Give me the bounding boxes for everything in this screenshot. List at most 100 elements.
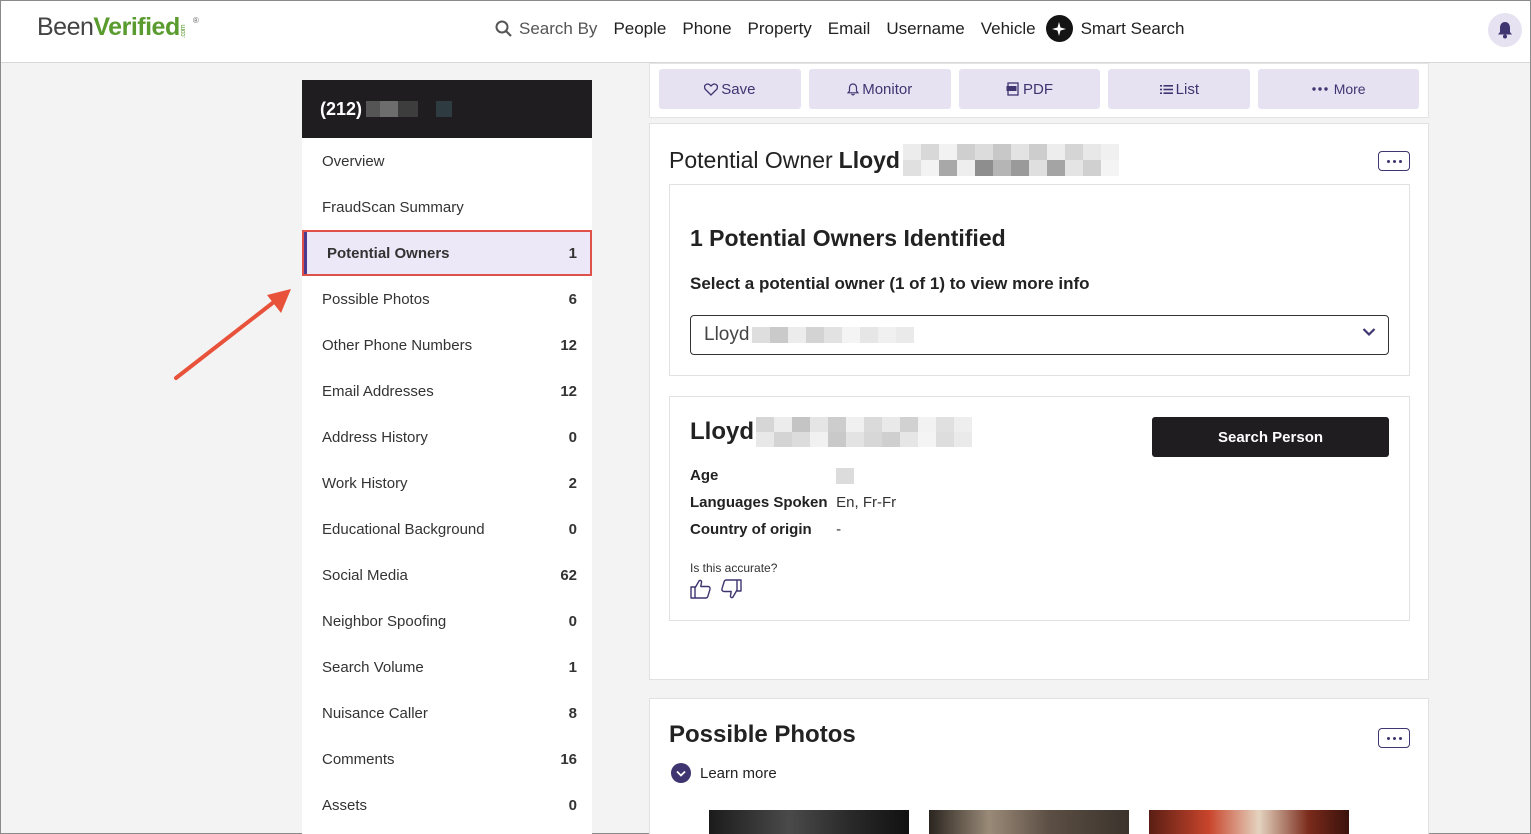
logo-text-com: .com xyxy=(179,24,187,39)
chevron-down-icon xyxy=(1362,328,1376,337)
phone-number-redacted xyxy=(366,101,453,117)
save-button[interactable]: Save xyxy=(659,69,801,109)
annotation-arrow-icon xyxy=(174,289,291,380)
age-row: Age xyxy=(690,467,855,485)
thumbs-up-icon[interactable] xyxy=(690,579,712,599)
accuracy-question: Is this accurate? xyxy=(690,561,778,575)
list-button[interactable]: List xyxy=(1108,69,1251,109)
sparkle-icon xyxy=(1045,15,1073,42)
more-button[interactable]: More xyxy=(1258,69,1420,109)
notifications-button[interactable] xyxy=(1488,13,1522,47)
beenverified-logo[interactable]: BeenVerified.com ® xyxy=(37,13,199,42)
owner-select-dropdown[interactable]: Lloyd xyxy=(690,315,1389,355)
owner-detail-redacted xyxy=(756,417,972,447)
sidebar-item-fraudscan-summary[interactable]: FraudScan Summary xyxy=(302,184,592,230)
sidebar-item-overview[interactable]: Overview xyxy=(302,138,592,184)
sidebar-item-label: Potential Owners xyxy=(327,244,450,262)
sidebar-item-comments[interactable]: Comments 16 xyxy=(302,736,592,782)
section-title: Potential Owner Lloyd xyxy=(669,144,1119,176)
sidebar-item-label: Email Addresses xyxy=(322,382,434,400)
owner-detail-name: Lloyd xyxy=(690,417,972,447)
languages-label: Languages Spoken xyxy=(690,494,828,511)
sidebar-item-social-media[interactable]: Social Media 62 xyxy=(302,552,592,598)
sidebar-item-count: 62 xyxy=(560,566,577,584)
country-value: - xyxy=(836,521,842,538)
sidebar-item-label: Comments xyxy=(322,750,395,768)
owner-selector-panel: 1 Potential Owners Identified Select a p… xyxy=(669,184,1410,376)
sidebar-item-label: Assets xyxy=(322,796,368,814)
sidebar-item-count: 2 xyxy=(568,474,577,492)
nav-email[interactable]: Email xyxy=(828,19,871,39)
logo-registered-mark: ® xyxy=(192,16,199,25)
bell-outline-icon xyxy=(847,82,860,95)
nav-phone[interactable]: Phone xyxy=(682,19,731,39)
sidebar-item-educational-background[interactable]: Educational Background 0 xyxy=(302,506,592,552)
dot xyxy=(1398,159,1402,163)
report-sidebar: (212) Overview FraudScan Summary Potenti… xyxy=(302,80,592,834)
sidebar-item-email-addresses[interactable]: Email Addresses 12 xyxy=(302,368,592,414)
age-value-redacted xyxy=(836,468,855,485)
photo-thumbnail-2[interactable] xyxy=(929,810,1129,834)
learn-more-toggle[interactable]: Learn more xyxy=(671,763,777,783)
search-person-button[interactable]: Search Person xyxy=(1152,417,1389,457)
sidebar-item-label: FraudScan Summary xyxy=(322,198,464,216)
section-options-button[interactable] xyxy=(1378,151,1410,171)
sidebar-item-label: Neighbor Spoofing xyxy=(322,612,447,630)
sidebar-item-search-volume[interactable]: Search Volume 1 xyxy=(302,644,592,690)
pdf-button[interactable]: PDF xyxy=(958,69,1101,109)
monitor-button[interactable]: Monitor xyxy=(808,69,951,109)
owner-detail-panel: Lloyd Search Person Age Languages Spoken… xyxy=(669,396,1410,621)
phone-number-prefix: (212) xyxy=(320,98,363,119)
sidebar-item-work-history[interactable]: Work History 2 xyxy=(302,460,592,506)
sidebar-item-neighbor-spoofing[interactable]: Neighbor Spoofing 0 xyxy=(302,598,592,644)
nav-people[interactable]: People xyxy=(613,19,666,39)
languages-value: En, Fr-Fr xyxy=(836,494,897,511)
owner-select-redacted xyxy=(752,327,915,343)
search-by-text: Search By xyxy=(519,18,598,38)
sidebar-item-count: 0 xyxy=(568,796,577,814)
sidebar-item-assets[interactable]: Assets 0 xyxy=(302,782,592,828)
possible-photos-title: Possible Photos xyxy=(669,721,856,748)
monitor-label: Monitor xyxy=(862,80,913,98)
more-dots-icon xyxy=(1311,87,1328,91)
nav-username[interactable]: Username xyxy=(886,19,964,39)
sidebar-item-address-history[interactable]: Address History 0 xyxy=(302,414,592,460)
phone-number-header: (212) xyxy=(302,80,592,138)
potential-owner-section: Potential Owner Lloyd 1 Potential Owners… xyxy=(649,123,1429,680)
more-label: More xyxy=(1333,81,1366,97)
sidebar-item-count: 1 xyxy=(568,244,577,262)
sidebar-item-label: Nuisance Caller xyxy=(322,704,428,722)
sidebar-item-nuisance-caller[interactable]: Nuisance Caller 8 xyxy=(302,690,592,736)
sidebar-item-label: Social Media xyxy=(322,566,408,584)
country-label: Country of origin xyxy=(690,521,812,538)
sidebar-item-count: 8 xyxy=(568,704,577,722)
photo-thumbnail-1[interactable] xyxy=(709,810,909,834)
sidebar-item-potential-owners[interactable]: Potential Owners 1 xyxy=(302,230,592,276)
sidebar-item-count: 0 xyxy=(568,612,577,630)
sidebar-item-count: 6 xyxy=(568,290,577,308)
dot xyxy=(1398,736,1402,740)
nav-property[interactable]: Property xyxy=(748,19,812,39)
owners-identified-heading: 1 Potential Owners Identified xyxy=(690,225,1006,251)
chevron-down-circle-icon xyxy=(671,763,691,783)
thumbs-down-icon[interactable] xyxy=(720,579,742,599)
photos-options-button[interactable] xyxy=(1378,728,1410,748)
search-by-label: Search By xyxy=(495,19,597,39)
sidebar-item-count: 1 xyxy=(568,658,577,676)
smart-search-label: Smart Search xyxy=(1080,18,1185,38)
save-label: Save xyxy=(721,80,756,98)
photo-thumbnail-3[interactable] xyxy=(1149,810,1349,834)
owner-name-redacted xyxy=(902,144,1119,176)
select-owner-prompt: Select a potential owner (1 of 1) to vie… xyxy=(690,274,1090,293)
sidebar-item-possible-photos[interactable]: Possible Photos 6 xyxy=(302,276,592,322)
search-icon xyxy=(495,20,512,37)
search-by-nav: Search By People Phone Property Email Us… xyxy=(495,15,1185,42)
title-prefix: Potential Owner xyxy=(669,146,833,173)
sidebar-item-other-phone-numbers[interactable]: Other Phone Numbers 12 xyxy=(302,322,592,368)
accuracy-feedback xyxy=(690,579,742,599)
nav-smart-search[interactable]: Smart Search xyxy=(1045,15,1185,42)
nav-vehicle[interactable]: Vehicle xyxy=(981,19,1036,39)
sidebar-item-label: Educational Background xyxy=(322,520,485,538)
dot xyxy=(1392,736,1396,740)
sidebar-item-count: 0 xyxy=(568,520,577,538)
